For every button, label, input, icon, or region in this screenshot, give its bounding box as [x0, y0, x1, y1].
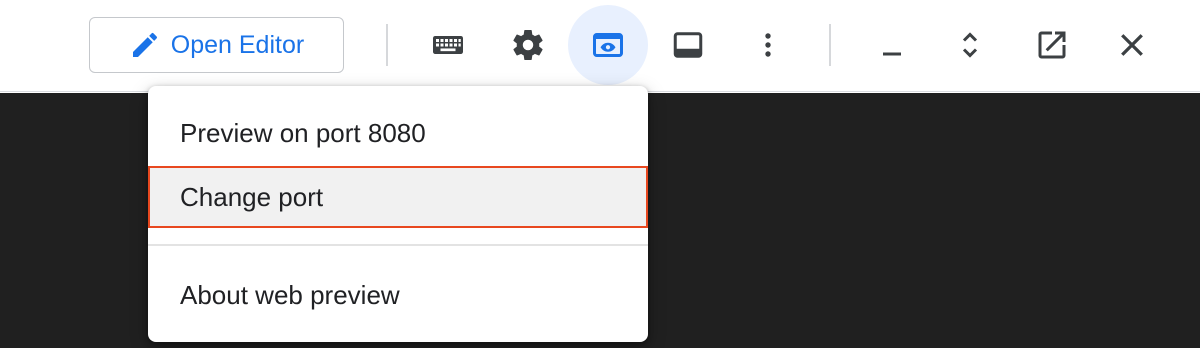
menu-item-change-port[interactable]: Change port: [148, 166, 648, 228]
pencil-icon: [132, 32, 157, 57]
minimize-icon: [883, 52, 901, 56]
open-editor-label: Open Editor: [170, 30, 305, 59]
open-new-window-button[interactable]: [1012, 5, 1092, 85]
menu-item-label: About web preview: [180, 279, 400, 310]
menu-item-preview-port[interactable]: Preview on port 8080: [148, 102, 648, 164]
keyboard-icon: [433, 36, 463, 54]
more-options-button[interactable]: [728, 5, 808, 85]
menu-item-label: Change port: [180, 181, 324, 212]
close-icon: [1121, 34, 1143, 56]
maximize-button[interactable]: [930, 5, 1010, 85]
unfold-more-icon: [962, 32, 978, 58]
web-preview-menu: Preview on port 8080 Change port About w…: [148, 86, 648, 342]
minimize-button[interactable]: [852, 5, 932, 85]
web-preview-icon: [593, 33, 623, 57]
keyboard-button[interactable]: [408, 5, 488, 85]
gear-icon: [513, 29, 543, 60]
toolbar-divider: [829, 24, 831, 66]
toggle-panel-button[interactable]: [648, 5, 728, 85]
settings-button[interactable]: [488, 5, 568, 85]
menu-item-label: Preview on port 8080: [180, 117, 426, 148]
web-preview-button[interactable]: [568, 5, 648, 85]
panel-icon: [673, 32, 703, 58]
more-vert-icon: [765, 33, 771, 57]
open-editor-button[interactable]: Open Editor: [89, 17, 344, 73]
toolbar-divider: [386, 24, 388, 66]
menu-item-about-web-preview[interactable]: About web preview: [148, 264, 648, 326]
cloud-shell-toolbar: Open Editor: [0, 0, 1200, 92]
close-button[interactable]: [1092, 5, 1172, 85]
open-in-new-icon: [1038, 31, 1066, 59]
menu-divider: [148, 244, 648, 246]
